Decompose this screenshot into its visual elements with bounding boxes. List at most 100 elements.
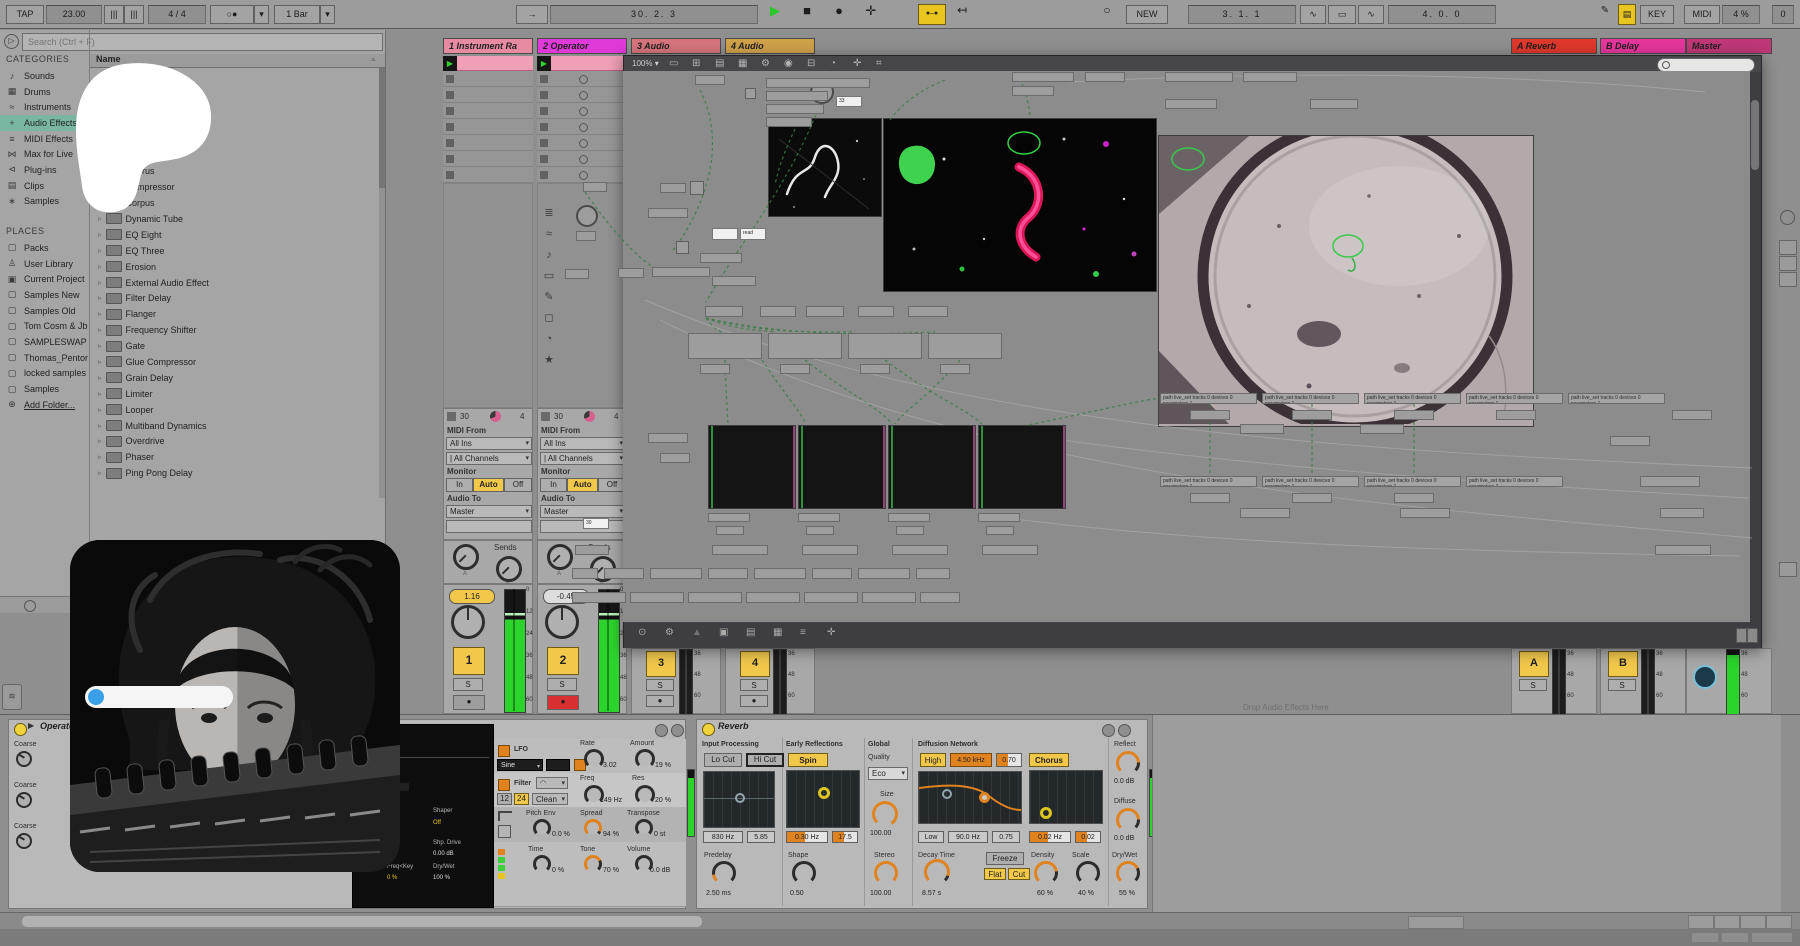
track-header-2[interactable]: 2 Operator [537, 38, 627, 54]
objects-icon[interactable]: ⊟ [807, 58, 815, 69]
patch-object[interactable] [1292, 493, 1332, 503]
filter-toggle[interactable] [498, 779, 510, 791]
disclosure-icon[interactable]: ▹ [98, 422, 102, 430]
clip-slot[interactable] [443, 151, 533, 167]
value-shape[interactable]: 0.50 [790, 890, 804, 897]
copy-icon[interactable]: ▣ [719, 627, 728, 638]
stop-button[interactable]: ■ [794, 3, 820, 24]
coarse-knob-1[interactable] [16, 751, 32, 767]
clip-slot[interactable] [537, 103, 627, 119]
device-list-item[interactable]: ▹External Audio Effect [90, 275, 378, 291]
solo-button[interactable]: S [547, 678, 577, 691]
comment-icon[interactable]: ▤ [746, 627, 755, 638]
dry-wet-knob[interactable] [1116, 861, 1140, 885]
track-activator[interactable]: 2 [547, 647, 579, 675]
patch-object[interactable] [1400, 508, 1450, 518]
place-item-samples-new[interactable]: ▢Samples New [0, 287, 88, 303]
drag-handle-icon[interactable]: ≣ [541, 203, 557, 223]
disclosure-icon[interactable]: ▹ [98, 469, 102, 477]
clip-stop-button[interactable] [540, 155, 548, 163]
chorus-amount-value[interactable]: 0.02 [1075, 831, 1101, 843]
punch-in-button[interactable]: ∿ [1300, 5, 1326, 24]
value-diffuse[interactable]: 0.0 dB [1114, 835, 1134, 842]
device-list-item[interactable]: ▹Limiter [90, 386, 378, 402]
patch-object[interactable] [572, 568, 598, 579]
patch-object[interactable] [576, 231, 596, 241]
tap-tempo-button[interactable]: TAP [6, 5, 44, 24]
patch-object[interactable] [1310, 99, 1358, 109]
patch-object[interactable] [648, 208, 688, 218]
tools-icon[interactable]: ✛ [827, 627, 835, 638]
clip-cell[interactable] [457, 56, 533, 71]
patch-object[interactable] [652, 267, 710, 277]
track-activator[interactable]: 1 [453, 647, 485, 675]
grid-icon[interactable]: ▦ [773, 627, 782, 638]
place-item-packs[interactable]: ▢Packs [0, 240, 88, 256]
patch-object[interactable] [1292, 410, 1332, 420]
pan-knob[interactable] [451, 605, 485, 639]
value-dry_wet[interactable]: 55 % [1119, 890, 1135, 897]
groove-amount-button[interactable]: ○● [210, 5, 254, 24]
patch-object[interactable] [766, 104, 824, 114]
amount-knob[interactable] [635, 749, 655, 769]
quality-menu[interactable]: Eco▾ [868, 767, 908, 780]
midi-map-button[interactable]: MIDI [1684, 5, 1720, 24]
value-rate[interactable]: 3.02 [603, 762, 617, 769]
patch-object[interactable] [892, 545, 948, 555]
device-list-item[interactable]: ▹Overdrive [90, 433, 378, 449]
automation-arm-button[interactable]: ●–● [918, 4, 946, 25]
patch-object[interactable] [986, 526, 1014, 535]
patch-object[interactable] [1243, 72, 1297, 82]
stop-all-clips-button[interactable] [1693, 665, 1717, 689]
res-knob[interactable] [635, 785, 655, 805]
diffusion-dot-orange[interactable] [979, 792, 990, 803]
timing-icon[interactable]: ◔ [541, 329, 557, 349]
patch-object[interactable] [1012, 86, 1054, 96]
value-volume[interactable]: 0.0 dB [650, 867, 670, 874]
patch-object[interactable] [583, 182, 607, 192]
spin-button[interactable]: Spin [788, 753, 828, 767]
patch-object[interactable] [1165, 99, 1217, 109]
midi-from-menu[interactable]: All Ins▾ [540, 437, 626, 450]
patch-object[interactable] [860, 364, 890, 374]
place-item-thomas-pentor[interactable]: ▢Thomas_Pentor [0, 350, 88, 366]
value-spread[interactable]: 94 % [603, 831, 619, 838]
device-list-item[interactable]: ▹Looper [90, 402, 378, 418]
clip-play-button[interactable]: ▶ [443, 56, 457, 71]
clip-slot[interactable] [443, 71, 533, 87]
patch-object[interactable] [920, 592, 960, 603]
monitor-auto-button[interactable]: Auto [473, 478, 504, 492]
live-path-object[interactable]: path live_set tracks 0 devices 0 paramet… [1262, 393, 1359, 404]
input-dot[interactable] [735, 793, 745, 803]
live-path-object[interactable]: path live_set tracks 0 devices 0 paramet… [1364, 393, 1461, 404]
patch-object[interactable] [908, 306, 948, 317]
track-header-1[interactable]: 1 Instrument Ra [443, 38, 533, 54]
video-overlay-pill[interactable] [85, 686, 233, 708]
patch-object[interactable] [858, 306, 894, 317]
max-corner-button[interactable] [1736, 628, 1747, 643]
patch-object[interactable] [712, 228, 738, 240]
grid-icon[interactable]: ▦ [738, 58, 747, 69]
patch-object[interactable] [695, 75, 725, 85]
patch-object[interactable] [804, 592, 858, 603]
patch-object[interactable] [1190, 493, 1230, 503]
arm-button[interactable]: ● [740, 695, 768, 707]
help-icon[interactable]: ◔ [830, 58, 836, 69]
patch-object[interactable] [848, 333, 922, 359]
device-list-item[interactable]: ▹Gate [90, 338, 378, 354]
lfo-wave-menu[interactable]: Sine▾ [497, 759, 543, 771]
clip-slot[interactable] [537, 151, 627, 167]
hi-cut-button[interactable]: Hi Cut [746, 753, 784, 767]
shape-knob[interactable] [792, 861, 816, 885]
volume-badge[interactable]: 1.16 [449, 589, 495, 604]
disclosure-icon[interactable]: ▹ [98, 263, 102, 271]
place-item-samples[interactable]: ▢Samples [0, 381, 88, 397]
place-item-add-folder-[interactable]: ⊕Add Folder... [0, 397, 88, 413]
value-density[interactable]: 60 % [1037, 890, 1053, 897]
patch-object[interactable] [766, 91, 828, 101]
patch-object[interactable] [760, 306, 796, 317]
patch-object[interactable] [1085, 72, 1125, 82]
midi-from-menu[interactable]: All Ins▾ [446, 437, 532, 450]
patch-object[interactable] [978, 513, 1020, 522]
patch-object[interactable] [1394, 493, 1434, 503]
